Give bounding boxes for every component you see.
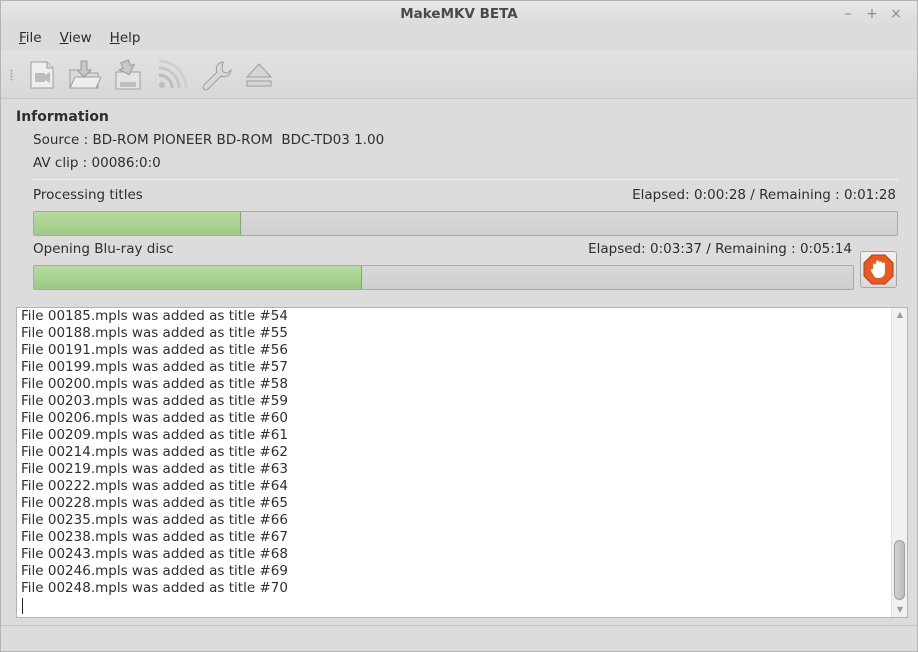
menu-help[interactable]: Help bbox=[110, 28, 149, 50]
toolbar-grip-icon[interactable] bbox=[10, 69, 13, 81]
log-line: File 00248.mpls was added as title #70 bbox=[21, 580, 288, 596]
log-line: File 00203.mpls was added as title #59 bbox=[21, 393, 288, 409]
log-line: File 00206.mpls was added as title #60 bbox=[21, 410, 288, 426]
source-label: Source : bbox=[33, 132, 93, 148]
log-lines: File 00185.mpls was added as title #54 Fi… bbox=[21, 308, 887, 617]
toolbar bbox=[1, 51, 917, 99]
log-line: File 00199.mpls was added as title #57 bbox=[21, 359, 288, 375]
log-line: File 00214.mpls was added as title #62 bbox=[21, 444, 288, 460]
app-window: MakeMKV BETA – + × File View Help Inform… bbox=[0, 0, 918, 652]
log-line: File 00235.mpls was added as title #66 bbox=[21, 512, 288, 528]
close-button[interactable]: × bbox=[889, 5, 903, 23]
log-line: File 00200.mpls was added as title #58 bbox=[21, 376, 288, 392]
log-line: File 00243.mpls was added as title #68 bbox=[21, 546, 288, 562]
progress2-time: Elapsed: 0:03:37 / Remaining : 0:05:14 bbox=[588, 241, 852, 257]
progress1-label: Processing titles bbox=[33, 187, 143, 203]
menu-bar: File View Help bbox=[1, 28, 917, 50]
progress1-time: Elapsed: 0:00:28 / Remaining : 0:01:28 bbox=[632, 187, 896, 203]
preferences-icon[interactable] bbox=[199, 58, 233, 92]
stop-button[interactable] bbox=[860, 251, 897, 288]
open-files-icon[interactable] bbox=[25, 58, 59, 92]
log-output[interactable]: File 00185.mpls was added as title #54 Fi… bbox=[16, 307, 908, 618]
menu-file[interactable]: File bbox=[19, 28, 50, 50]
log-line: File 00222.mpls was added as title #64 bbox=[21, 478, 288, 494]
progress1-fill bbox=[34, 212, 242, 235]
progress2-label: Opening Blu-ray disc bbox=[33, 241, 174, 257]
avclip-label: AV clip : bbox=[33, 155, 92, 171]
log-line: File 00219.mpls was added as title #63 bbox=[21, 461, 288, 477]
open-disc-icon[interactable] bbox=[67, 58, 102, 92]
scroll-down-arrow-icon[interactable]: ▼ bbox=[895, 605, 905, 615]
log-line: File 00238.mpls was added as title #67 bbox=[21, 529, 288, 545]
information-heading: Information bbox=[16, 109, 109, 125]
maximize-button[interactable]: + bbox=[865, 5, 879, 23]
stop-hand-icon bbox=[863, 254, 894, 285]
progress1-bar bbox=[33, 211, 898, 236]
minimize-button[interactable]: – bbox=[841, 5, 855, 23]
avclip-value: 00086:0:0 bbox=[91, 155, 161, 171]
source-row: Source : BD-ROM PIONEER BD-ROM BDC-TD03 … bbox=[33, 132, 384, 148]
stream-icon[interactable] bbox=[155, 58, 189, 92]
progress2-bar bbox=[33, 265, 854, 290]
text-caret bbox=[22, 598, 23, 614]
log-line: File 00188.mpls was added as title #55 bbox=[21, 325, 288, 341]
log-line: File 00246.mpls was added as title #69 bbox=[21, 563, 288, 579]
progress2-fill bbox=[34, 266, 362, 289]
window-title: MakeMKV BETA bbox=[400, 6, 518, 22]
status-bar bbox=[1, 625, 917, 651]
log-scrollbar[interactable]: ▲ ▼ bbox=[891, 308, 907, 617]
title-bar[interactable]: MakeMKV BETA – + × bbox=[1, 1, 917, 28]
log-line: File 00191.mpls was added as title #56 bbox=[21, 342, 288, 358]
scroll-up-arrow-icon[interactable]: ▲ bbox=[895, 310, 905, 320]
avclip-row: AV clip : 00086:0:0 bbox=[33, 155, 161, 171]
log-line: File 00185.mpls was added as title #54 bbox=[21, 308, 288, 324]
source-value: BD-ROM PIONEER BD-ROM BDC-TD03 1.00 bbox=[92, 132, 385, 148]
scroll-thumb[interactable] bbox=[894, 540, 905, 600]
menu-view[interactable]: View bbox=[60, 28, 100, 50]
backup-icon[interactable] bbox=[111, 58, 145, 92]
window-controls: – + × bbox=[841, 5, 903, 23]
log-line: File 00209.mpls was added as title #61 bbox=[21, 427, 288, 443]
divider bbox=[32, 179, 898, 180]
eject-icon[interactable] bbox=[242, 58, 276, 92]
log-line: File 00228.mpls was added as title #65 bbox=[21, 495, 288, 511]
